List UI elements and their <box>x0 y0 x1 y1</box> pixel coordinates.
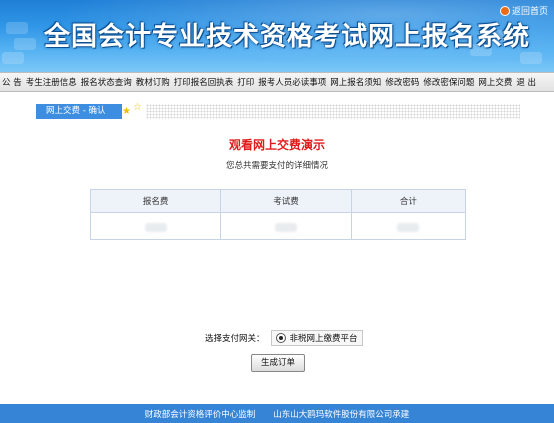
payment-demo-link[interactable]: 观看网上交费演示 <box>0 136 554 153</box>
footer-supervisor: 财政部会计资格评价中心监制 <box>144 409 256 420</box>
system-title: 全国会计专业技术资格考试网上报名系统 <box>44 22 531 52</box>
fee-cell-registration <box>89 212 222 240</box>
generate-order-button[interactable]: 生成订单 <box>251 354 305 372</box>
nav-change-password[interactable]: 修改密码 <box>383 76 421 88</box>
gateway-option[interactable]: 非税网上缴费平台 <box>270 330 363 346</box>
main-navigation: 公 告 考生注册信息 报名状态查询 教材订购 打印报名回执表 打印 报考人员必读… <box>0 72 554 92</box>
star-icon: ★ <box>122 106 131 117</box>
nav-status-query[interactable]: 报名状态查询 <box>79 76 134 88</box>
header-banner: 全国会计专业技术资格考试网上报名系统 返回首页 <box>0 0 554 72</box>
nav-logout[interactable]: 退 出 <box>514 76 538 88</box>
gateway-option-label: 非税网上缴费平台 <box>289 334 358 344</box>
redacted-value <box>144 222 167 232</box>
nav-registration-notice[interactable]: 网上报名须知 <box>328 76 383 88</box>
nav-announcement[interactable]: 公 告 <box>0 76 24 88</box>
breadcrumb: 网上交费 - 确认 <box>36 104 122 119</box>
nav-textbook-order[interactable]: 教材订购 <box>134 76 172 88</box>
banner-hex-decoration <box>2 52 24 64</box>
fee-cell-total <box>350 212 467 240</box>
redacted-value <box>275 222 298 232</box>
nav-registration-info[interactable]: 考生注册信息 <box>24 76 79 88</box>
home-link[interactable]: 返回首页 <box>499 4 548 17</box>
gateway-label: 选择支付网关： <box>205 334 265 344</box>
nav-change-security-question[interactable]: 修改密保问题 <box>421 76 476 88</box>
star-icon: ☆ <box>133 102 142 113</box>
payment-gateway-selector: 选择支付网关： 非税网上缴费平台 <box>205 330 363 346</box>
fee-table: 报名费 考试费 合计 <box>89 189 467 240</box>
nav-print-receipt[interactable]: 打印报名回执表 <box>172 76 236 88</box>
fee-header-exam: 考试费 <box>220 189 352 213</box>
footer: 财政部会计资格评价中心监制 山东山大鸥玛软件股份有限公司承建 <box>0 404 554 423</box>
redacted-value <box>397 222 420 232</box>
footer-developer: 山东山大鸥玛软件股份有限公司承建 <box>273 409 410 420</box>
nav-online-payment[interactable]: 网上交费 <box>476 76 514 88</box>
nav-must-read[interactable]: 报考人员必读事项 <box>256 76 328 88</box>
home-link-label: 返回首页 <box>511 7 548 17</box>
home-icon <box>499 5 510 16</box>
payment-subtitle: 您总共需要支付的详细情况 <box>225 161 328 171</box>
nav-print[interactable]: 打印 <box>235 76 256 88</box>
fee-header-registration: 报名费 <box>89 189 222 213</box>
banner-hex-decoration <box>14 38 36 50</box>
fee-table-header-row: 报名费 考试费 合计 <box>89 189 467 213</box>
gateway-radio[interactable] <box>275 333 286 343</box>
banner-hex-decoration <box>520 52 542 64</box>
table-row <box>89 212 467 240</box>
fee-cell-exam <box>220 212 352 240</box>
fee-header-total: 合计 <box>350 189 467 213</box>
breadcrumb-dotted-line <box>146 104 520 119</box>
banner-hex-decoration <box>6 22 28 34</box>
